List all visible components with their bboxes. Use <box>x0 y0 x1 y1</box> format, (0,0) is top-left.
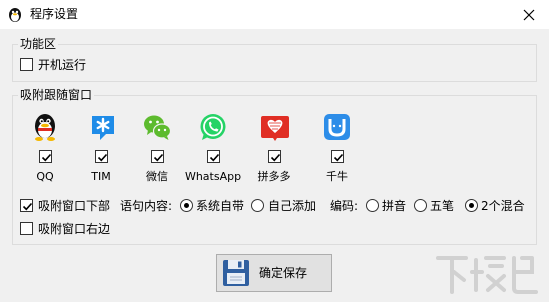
wechat-checkbox[interactable] <box>151 150 164 163</box>
encoding-mixed-label: 2个混合 <box>481 199 525 213</box>
content-custom-label: 自己添加 <box>268 199 317 213</box>
encoding-wubi-radio[interactable] <box>414 199 427 212</box>
content-label: 语句内容: <box>120 199 173 213</box>
encoding-wubi-label: 五笔 <box>430 199 455 213</box>
function-group <box>12 44 537 82</box>
content-custom-radio[interactable] <box>251 199 264 212</box>
pinduoduo-checkbox[interactable] <box>268 150 281 163</box>
title-bar: 程序设置 <box>0 0 549 29</box>
attach-right-checkbox[interactable] <box>20 222 33 235</box>
encoding-pinyin-label: 拼音 <box>382 199 407 213</box>
pinduoduo-label: 拼多多 <box>257 170 291 183</box>
floppy-disk-icon <box>223 260 249 286</box>
attach-bottom-checkbox[interactable] <box>20 199 33 212</box>
encoding-mixed-radio[interactable] <box>465 199 478 212</box>
content-system-radio[interactable] <box>180 199 193 212</box>
attach-bottom-label: 吸附窗口下部 <box>38 199 111 213</box>
encoding-pinyin-radio[interactable] <box>366 199 379 212</box>
attach-right-label: 吸附窗口右边 <box>38 222 111 236</box>
qq-penguin-icon <box>30 112 60 142</box>
penguin-icon <box>7 7 23 23</box>
tim-checkbox[interactable] <box>95 150 108 163</box>
qianniu-checkbox[interactable] <box>331 150 344 163</box>
autostart-checkbox[interactable] <box>20 58 33 71</box>
autostart-label: 开机运行 <box>38 58 87 72</box>
encoding-label: 编码: <box>330 199 359 213</box>
attach-group-title: 吸附跟随窗口 <box>18 88 95 102</box>
qianniu-icon <box>322 112 352 142</box>
pinduoduo-icon <box>259 112 289 142</box>
wechat-icon <box>142 112 172 142</box>
whatsapp-checkbox[interactable] <box>207 150 220 163</box>
save-button[interactable]: 确定保存 <box>216 254 332 292</box>
content-system-label: 系统自带 <box>196 199 245 213</box>
close-icon <box>523 9 535 21</box>
whatsapp-label: WhatsApp <box>184 170 242 183</box>
function-group-title: 功能区 <box>18 37 59 51</box>
whatsapp-icon <box>198 112 228 142</box>
watermark-logo-icon <box>432 250 544 298</box>
qianniu-label: 千牛 <box>326 170 348 183</box>
save-button-label: 确定保存 <box>259 266 308 280</box>
settings-window: 程序设置 功能区 开机运行 吸附跟随窗口 QQ TIM 微信 WhatsApp … <box>0 0 549 302</box>
tim-icon <box>88 112 118 142</box>
window-title: 程序设置 <box>30 7 79 21</box>
qq-checkbox[interactable] <box>39 150 52 163</box>
close-button[interactable] <box>514 4 544 26</box>
